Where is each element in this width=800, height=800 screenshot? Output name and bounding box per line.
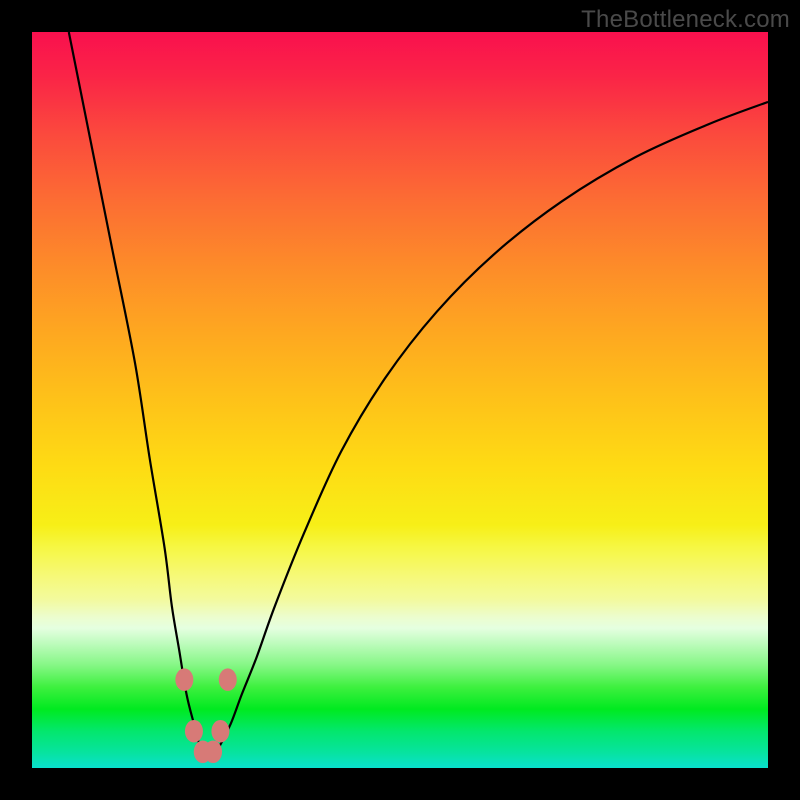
watermark-text: TheBottleneck.com xyxy=(581,6,790,34)
bottleneck-curve xyxy=(69,32,768,758)
marker-dot xyxy=(219,668,237,691)
curve-svg xyxy=(32,32,768,768)
chart-frame: TheBottleneck.com xyxy=(0,0,800,800)
marker-dot xyxy=(175,668,193,691)
marker-dot xyxy=(204,741,222,764)
marker-dot xyxy=(194,741,212,764)
marker-dot xyxy=(211,720,229,743)
marker-dot xyxy=(185,720,203,743)
plot-area xyxy=(32,32,768,768)
markers xyxy=(175,668,236,763)
